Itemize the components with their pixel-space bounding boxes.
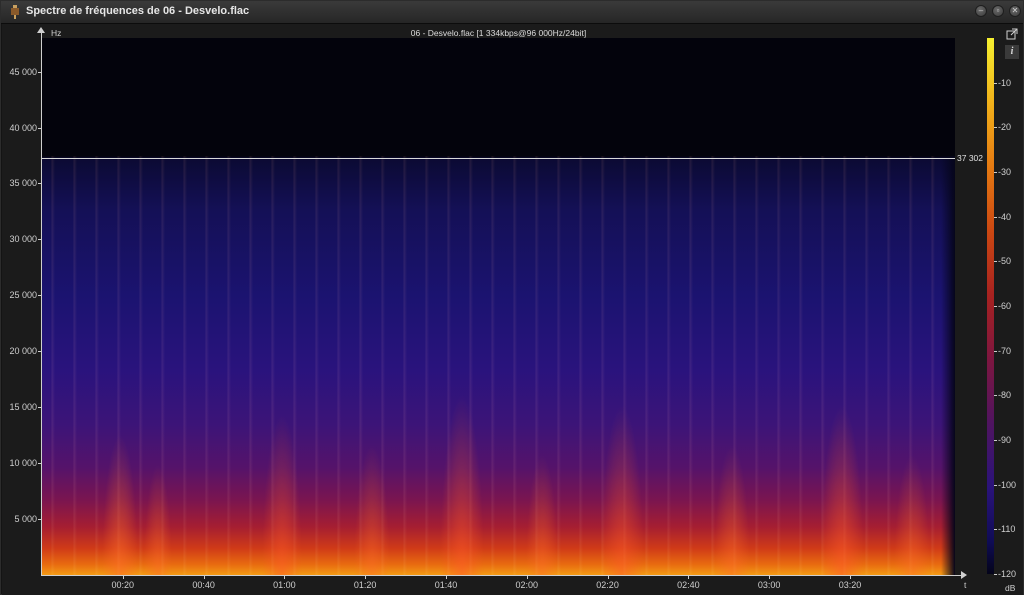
y-tick-mark (38, 295, 42, 297)
y-tick-label: 45 000 (9, 66, 37, 77)
app-icon (11, 5, 19, 19)
y-tick-mark (38, 239, 42, 241)
y-tick-mark (38, 351, 42, 353)
x-axis (41, 575, 962, 576)
export-icon (1006, 28, 1018, 40)
db-tick-mark (994, 127, 997, 129)
colorbar-unit: dB (1005, 583, 1016, 593)
plot-title: 06 - Desvelo.flac [1 334kbps@96 000Hz/24… (410, 28, 587, 38)
db-colorbar (987, 38, 994, 574)
db-tick-label: -70 (998, 345, 1012, 356)
db-tick-mark (994, 261, 997, 263)
x-axis-unit: t (964, 580, 967, 590)
y-tick-label: 25 000 (9, 290, 37, 301)
close-button[interactable]: ✕ (1009, 5, 1021, 17)
spectrogram-energy-bursts (42, 252, 955, 575)
x-tick-label: 02:00 (515, 580, 539, 590)
db-tick-label: -30 (998, 167, 1012, 177)
minimize-button[interactable]: – (975, 5, 987, 17)
info-button[interactable]: i (1005, 45, 1019, 59)
x-tick-mark (849, 575, 851, 579)
y-tick-label: 30 000 (9, 234, 37, 245)
x-tick-label: 00:40 (192, 580, 215, 590)
x-tick-label: 03:00 (757, 580, 781, 590)
db-tick-label: -20 (998, 122, 1012, 133)
maximize-button[interactable]: ▫ (992, 5, 1004, 17)
y-tick-label: 35 000 (9, 178, 37, 189)
db-tick-label: -80 (998, 390, 1012, 401)
x-tick-label: 02:20 (596, 580, 619, 590)
x-tick-mark (769, 575, 771, 579)
db-tick-label: -50 (998, 256, 1012, 267)
db-tick-mark (994, 440, 997, 441)
y-tick-label: 20 000 (9, 346, 37, 357)
db-tick-label: -60 (998, 301, 1012, 311)
y-axis-arrow (37, 27, 45, 33)
x-tick-mark (284, 575, 286, 579)
x-tick-mark (445, 575, 447, 579)
db-tick-mark (994, 172, 997, 173)
x-tick-label: 01:20 (353, 580, 377, 590)
y-tick-mark (38, 407, 42, 409)
db-tick-mark (994, 395, 997, 397)
y-tick-mark (38, 463, 42, 465)
frequency-cutoff-line (42, 157, 955, 159)
db-tick-label: -10 (998, 77, 1012, 88)
spectrum-window: Spectre de fréquences de 06 - Desvelo.fl… (0, 0, 1024, 595)
spectrogram-end-fade (941, 156, 955, 575)
x-tick-mark (607, 575, 609, 579)
y-axis (41, 30, 42, 575)
x-axis-arrow (961, 571, 967, 579)
db-tick-label: -90 (998, 435, 1012, 445)
db-tick-label: -110 (998, 524, 1016, 535)
y-tick-mark (38, 183, 42, 185)
spectrogram-panel: 06 - Desvelo.flac [1 334kbps@96 000Hz/24… (2, 24, 1023, 595)
db-tick-mark (994, 350, 997, 352)
db-tick-mark (994, 574, 997, 575)
db-tick-mark (994, 529, 997, 531)
y-tick-label: 15 000 (9, 402, 37, 413)
db-tick-label: -40 (998, 211, 1012, 222)
y-tick-mark (38, 127, 42, 129)
cutoff-frequency-label: 37 302 (957, 152, 983, 163)
title-bar[interactable]: Spectre de fréquences de 06 - Desvelo.fl… (1, 1, 1023, 24)
db-tick-mark (994, 306, 997, 307)
db-tick-mark (994, 484, 997, 486)
x-tick-label: 01:40 (434, 580, 458, 590)
db-tick-mark (994, 216, 997, 218)
x-tick-mark (526, 575, 528, 579)
x-tick-mark (365, 575, 367, 579)
db-tick-label: -100 (998, 479, 1017, 490)
y-tick-label: 10 000 (9, 458, 37, 469)
x-tick-mark (203, 575, 205, 579)
y-tick-label: 40 000 (9, 122, 37, 133)
y-tick-mark (38, 519, 42, 521)
x-tick-label: 01:00 (273, 580, 296, 590)
x-tick-label: 02:40 (677, 580, 700, 590)
y-tick-label: 5 000 (14, 514, 37, 525)
external-link-icon[interactable] (1005, 28, 1019, 42)
x-tick-mark (122, 575, 124, 579)
db-tick-label: -120 (998, 569, 1017, 579)
spectrogram-area[interactable] (42, 38, 955, 575)
x-tick-label: 03:20 (838, 580, 862, 590)
y-axis-unit: Hz (51, 28, 62, 38)
y-tick-mark (38, 71, 42, 73)
x-tick-mark (688, 575, 690, 579)
x-tick-label: 00:20 (111, 580, 135, 590)
db-tick-mark (994, 82, 997, 84)
window-title: Spectre de fréquences de 06 - Desvelo.fl… (26, 5, 250, 17)
